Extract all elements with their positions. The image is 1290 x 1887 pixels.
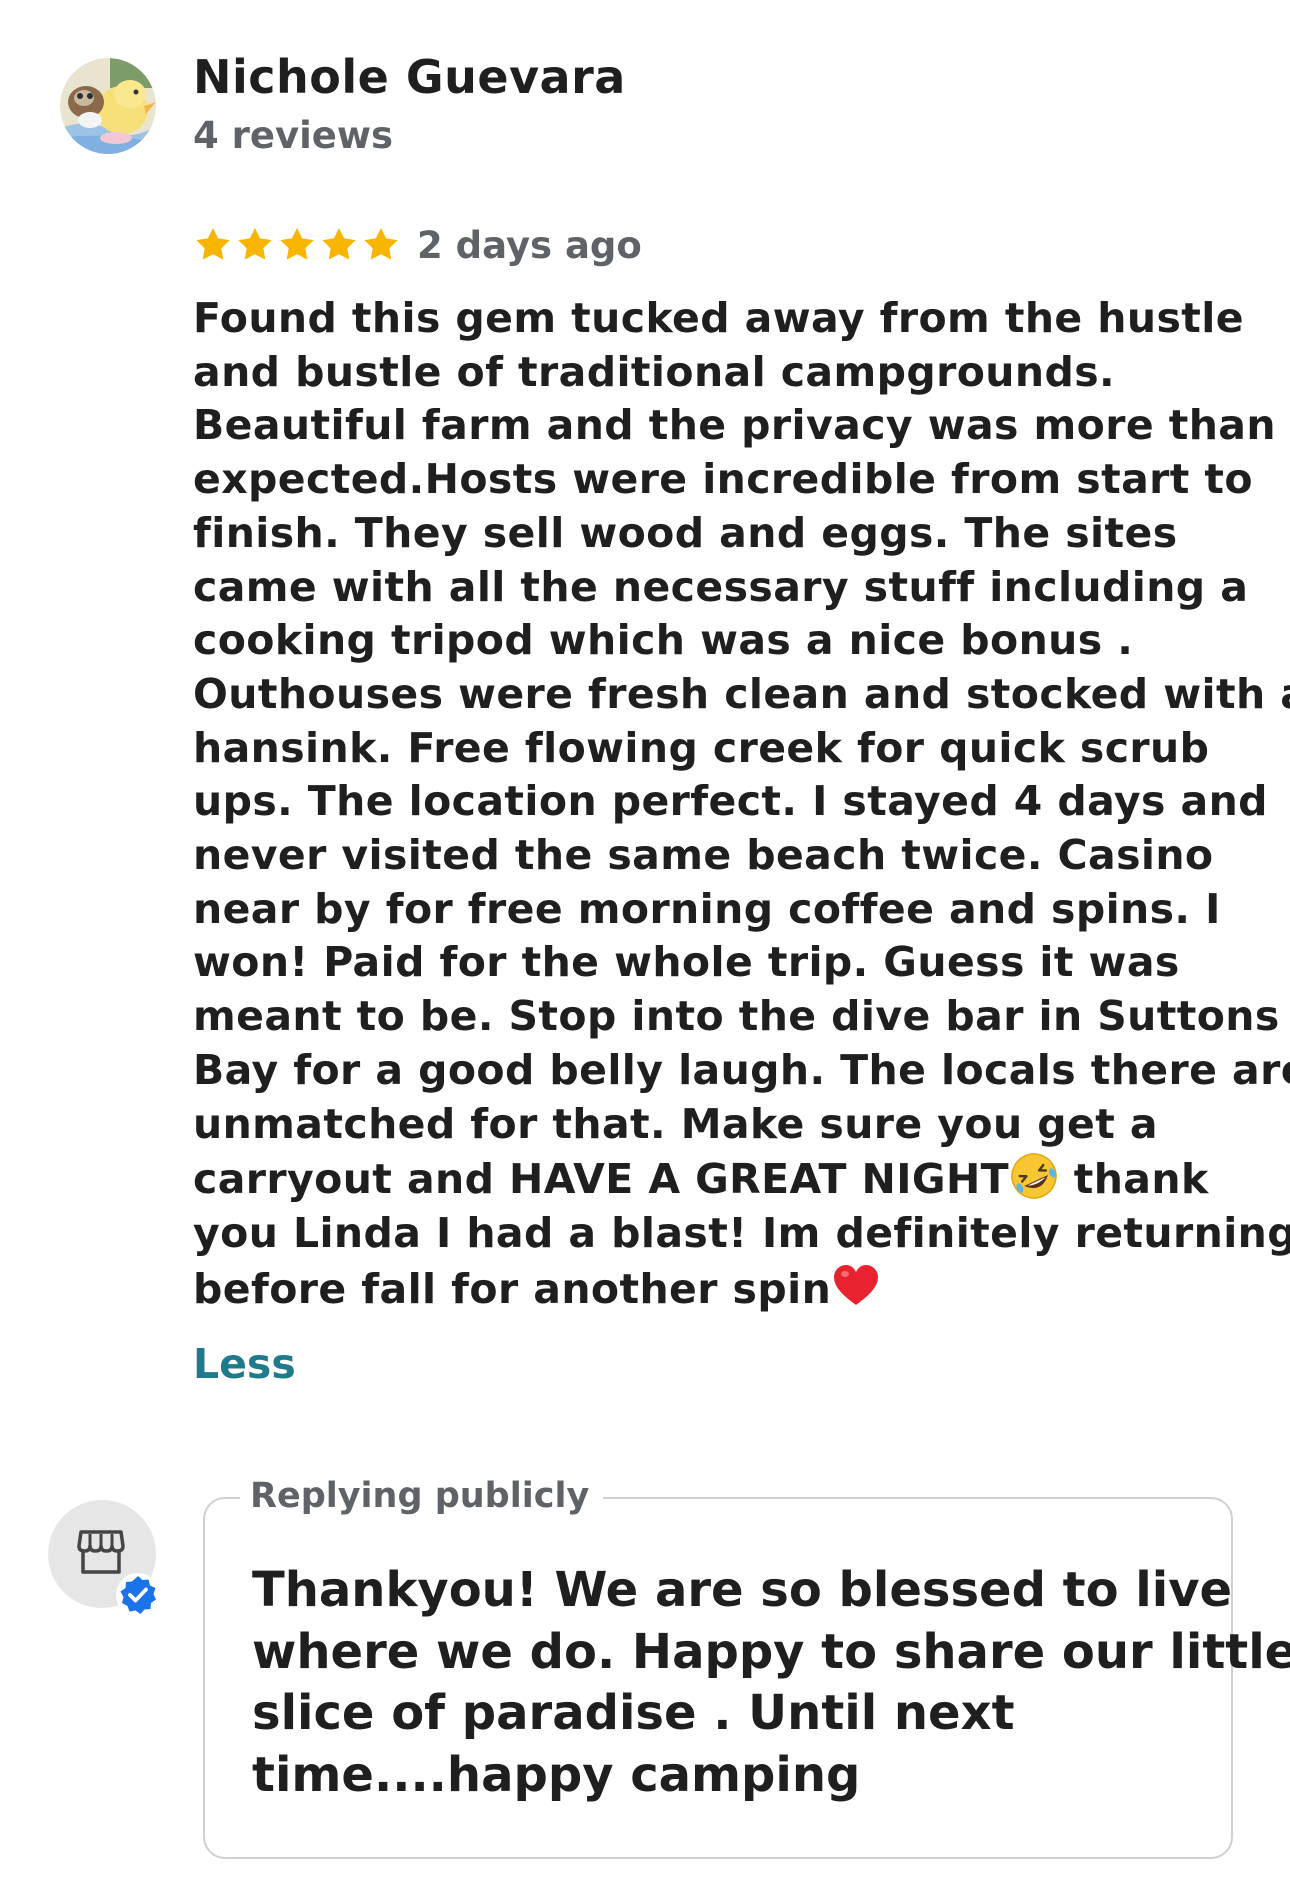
star-rating xyxy=(193,225,401,265)
reply-text[interactable]: Thankyou! We are so blessed to live wher… xyxy=(252,1560,1290,1806)
reply-text-line: Thankyou! We are so blessed to live xyxy=(252,1562,1233,1618)
storefront-icon xyxy=(77,1530,125,1574)
review-text-line: Outhouses were fresh clean and stocked w… xyxy=(193,669,1290,718)
review-text-line: you Linda I had a blast! Im definitely r… xyxy=(193,1208,1290,1257)
author-avatar[interactable] xyxy=(60,58,156,154)
review-text-fragment: carryout and HAVE A GREAT NIGHT xyxy=(193,1155,1010,1204)
review-text-line: ups. The location perfect. I stayed 4 da… xyxy=(193,777,1268,826)
review-text-line: came with all the necessary stuff includ… xyxy=(193,562,1249,611)
rating-row: 2 days ago xyxy=(193,220,642,270)
review-text-line: before fall for another spin xyxy=(193,1261,1253,1317)
reply-text-line: slice of paradise . Until next xyxy=(252,1685,1015,1741)
star-icon xyxy=(238,228,272,260)
red-heart-emoji xyxy=(834,1264,879,1305)
star-icon xyxy=(196,228,230,260)
review-text-line: Bay for a good belly laugh. The locals t… xyxy=(193,1045,1290,1094)
star-icon xyxy=(280,228,314,260)
review-text-line: hansink. Free flowing creek for quick sc… xyxy=(193,723,1210,772)
review-text-line: Found this gem tucked away from the hust… xyxy=(193,294,1244,342)
review-text-line: cooking tripod which was a nice bonus . xyxy=(193,616,1134,665)
star-icon xyxy=(322,228,356,260)
review-text-line: won! Paid for the whole trip. Guess it w… xyxy=(193,938,1180,987)
review-text-line: finish. They sell wood and eggs. The sit… xyxy=(193,508,1178,557)
reply-text-line: where we do. Happy to share our little xyxy=(252,1623,1290,1680)
chick-avatar-icon xyxy=(60,58,156,154)
review-date: 2 days ago xyxy=(417,223,642,267)
review-text-line: near by for free morning coffee and spin… xyxy=(193,884,1221,933)
review-text-line: and bustle of traditional campgrounds. xyxy=(193,347,1116,396)
show-less-link[interactable]: Less xyxy=(193,1340,296,1388)
reply-text-line: time....happy camping xyxy=(252,1746,861,1803)
review-text-line: Beautiful farm and the privacy was more … xyxy=(193,401,1276,450)
review-text-line: unmatched for that. Make sure you get a xyxy=(193,1099,1158,1148)
verified-check-icon xyxy=(116,1573,160,1617)
review-text-fragment: thank xyxy=(1059,1155,1209,1204)
author-name[interactable]: Nichole Guevara xyxy=(193,50,626,104)
star-icon xyxy=(364,228,398,260)
author-review-count: 4 reviews xyxy=(193,114,394,157)
review-text-line: meant to be. Stop into the dive bar in S… xyxy=(193,992,1280,1041)
review-text-line: never visited the same beach twice. Casi… xyxy=(193,831,1214,880)
review-text: Found this gem tucked away from the hust… xyxy=(193,292,1290,1317)
review-text-line: carryout and HAVE A GREAT NIGHT thank xyxy=(193,1151,1253,1207)
rolling-on-floor-laughing-emoji xyxy=(1011,1153,1057,1199)
reply-box-label: Replying publicly xyxy=(240,1476,604,1516)
review-text-line: expected.Hosts were incredible from star… xyxy=(193,455,1253,504)
review-text-fragment: before fall for another spin xyxy=(193,1264,832,1313)
